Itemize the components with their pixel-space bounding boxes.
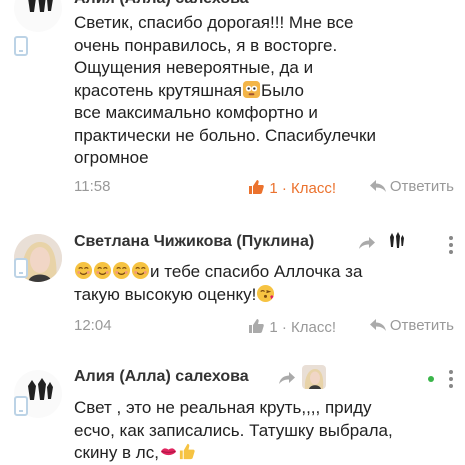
mobile-device-icon: [14, 258, 28, 278]
more-options-icon[interactable]: [449, 236, 453, 254]
reply-to-icon: [279, 372, 295, 384]
comment-author[interactable]: Алия (Алла) салехова: [74, 0, 249, 8]
comment-time: 12:04: [74, 317, 112, 334]
mobile-device-icon: [14, 36, 28, 56]
more-options-icon[interactable]: [449, 370, 453, 388]
smiling-face-emoji-icon: [131, 261, 150, 280]
reply-to-icon: [359, 237, 375, 249]
comment-text: Светик, спасибо дорогая!!! Мне все очень…: [74, 13, 376, 167]
reply-button[interactable]: Ответить: [369, 178, 454, 195]
reply-arrow-icon: [369, 180, 386, 192]
author-avatar[interactable]: [14, 0, 62, 32]
reply-button[interactable]: Ответить: [369, 317, 454, 334]
online-status-indicator: [428, 376, 434, 382]
comment-text: Свет , это не реальная круть,,,, приду е…: [74, 398, 393, 462]
thumbs-up-emoji-icon: [179, 443, 195, 460]
reply-arrow-icon: [369, 319, 386, 331]
kissing-face-emoji-icon: [257, 284, 275, 302]
smiling-face-emoji-icon: [74, 261, 93, 280]
comment-author[interactable]: Светлана Чижикова (Пуклина): [74, 233, 314, 251]
comment-meta: 12:04 1 · Класс! Ответить: [74, 317, 454, 339]
comment-time: 11:58: [74, 178, 111, 195]
like-button[interactable]: 1 · Класс!: [247, 317, 336, 336]
reply-target-avatar[interactable]: [384, 230, 408, 254]
smiling-face-emoji-icon: [93, 261, 112, 280]
mobile-device-icon: [14, 396, 28, 416]
thumbs-up-icon: [249, 319, 264, 333]
comment-author[interactable]: Алия (Алла) салехова: [74, 368, 249, 386]
flushed-face-emoji-icon: [242, 80, 261, 98]
reply-target-avatar[interactable]: [302, 365, 326, 389]
comment-meta: 11:58 1 · Класс! Ответить: [74, 178, 454, 200]
smiling-face-emoji-icon: [112, 261, 131, 280]
like-button[interactable]: 1 · Класс!: [247, 178, 336, 197]
comment-text: и тебе спасибо Аллочка за такую высокую …: [74, 261, 363, 304]
thumbs-up-icon: [249, 180, 264, 194]
kiss-lips-emoji-icon: [160, 448, 177, 456]
